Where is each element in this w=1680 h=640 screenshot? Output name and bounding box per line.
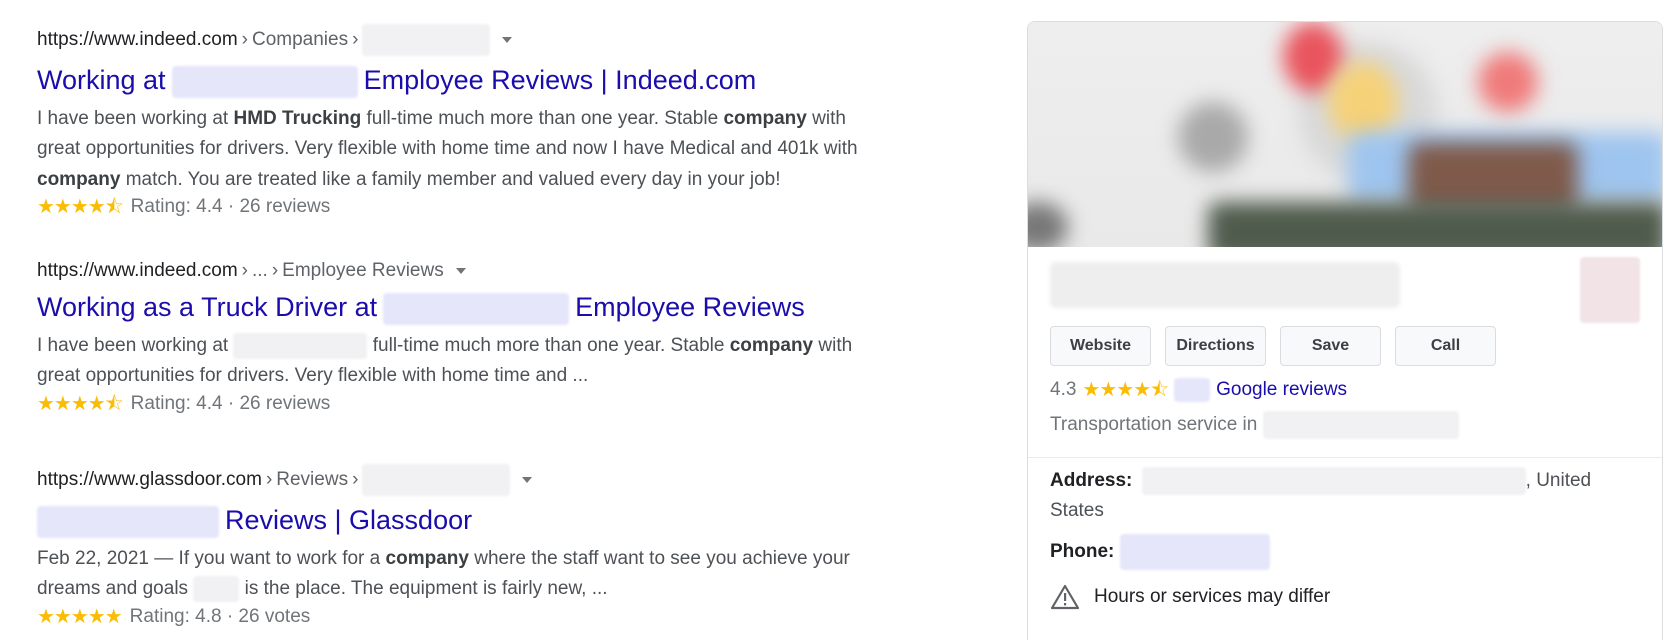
- panel-rating: 4.3 ★★★★⯪ Google reviews: [1028, 366, 1662, 404]
- phone-label: Phone:: [1050, 541, 1115, 562]
- result-title-link[interactable]: Working as a Truck Driver at Employee Rev…: [37, 290, 917, 325]
- result-url-host: https://www.indeed.com: [37, 260, 238, 281]
- result-rating: ★★★★⯪ Rating: 4.4 · 26 reviews: [37, 195, 917, 219]
- business-photo[interactable]: [1028, 22, 1662, 247]
- result-breadcrumb[interactable]: https://www.indeed.com › Companies ›: [37, 24, 917, 56]
- redacted-business-name: [1050, 262, 1400, 308]
- hours-notice: Hours or services may differ: [1028, 570, 1662, 610]
- rating-text: Rating: 4.4 · 26 reviews: [130, 392, 331, 414]
- result-snippet: Feb 22, 2021 — If you want to work for a…: [37, 544, 877, 605]
- result-title-link[interactable]: Working at Employee Reviews | Indeed.com: [37, 63, 917, 98]
- star-rating-icon: ★★★★⯪: [37, 196, 124, 219]
- rating-score: 4.3: [1050, 379, 1077, 400]
- redacted-company-name: [37, 505, 219, 538]
- knowledge-panel: Website Directions Save Call 4.3 ★★★★⯪ G…: [1027, 21, 1663, 640]
- search-result: https://www.indeed.com › ... › Employee …: [37, 259, 917, 416]
- breadcrumb-item: Employee Reviews: [282, 260, 444, 281]
- star-rating-icon: ★★★★⯪: [37, 392, 124, 415]
- website-button[interactable]: Website: [1050, 326, 1151, 366]
- redacted-phone[interactable]: [1120, 534, 1271, 570]
- phone-row: Phone:: [1028, 526, 1662, 570]
- breadcrumb-item: Companies: [251, 29, 349, 50]
- chevron-down-icon[interactable]: [455, 268, 466, 274]
- redacted-company-name: [193, 576, 240, 603]
- redacted-address[interactable]: [1141, 466, 1526, 495]
- result-url-host: https://www.indeed.com: [37, 29, 238, 50]
- rating-text: Rating: 4.8 · 26 votes: [129, 605, 311, 627]
- result-breadcrumb[interactable]: https://www.indeed.com › ... › Employee …: [37, 259, 917, 283]
- redacted-company-name: [383, 292, 570, 325]
- search-result: https://www.glassdoor.com › Reviews › Re…: [37, 464, 917, 629]
- chevron-down-icon[interactable]: [522, 477, 533, 483]
- business-category: Transportation service in: [1028, 404, 1662, 442]
- star-rating-icon: ★★★★★: [37, 605, 123, 628]
- star-rating-icon: ★★★★⯪: [1082, 379, 1169, 401]
- rating-text: Rating: 4.4 · 26 reviews: [130, 196, 331, 218]
- redacted-review-count: [1174, 378, 1211, 402]
- result-rating: ★★★★★ Rating: 4.8 · 26 votes: [37, 605, 917, 629]
- result-snippet: I have been working at HMD Trucking full…: [37, 107, 858, 190]
- search-results-page: https://www.indeed.com › Companies › Wor…: [0, 0, 1680, 640]
- address-label: Address:: [1050, 470, 1133, 491]
- warning-icon: [1050, 584, 1080, 610]
- redacted-company-name: [233, 332, 368, 359]
- search-result: https://www.indeed.com › Companies › Wor…: [37, 24, 917, 219]
- redacted-company-name: [171, 65, 358, 98]
- result-snippet: I have been working at full-time much mo…: [37, 331, 877, 392]
- action-buttons: Website Directions Save Call: [1028, 314, 1662, 366]
- directions-button[interactable]: Directions: [1165, 326, 1266, 366]
- business-logo[interactable]: [1580, 257, 1640, 323]
- redacted-location: [1263, 411, 1460, 439]
- result-rating: ★★★★⯪ Rating: 4.4 · 26 reviews: [37, 392, 917, 416]
- google-reviews-link[interactable]: Google reviews: [1216, 376, 1347, 404]
- chevron-down-icon[interactable]: [502, 37, 513, 43]
- redacted-breadcrumb: [362, 464, 511, 496]
- result-url-host: https://www.glassdoor.com: [37, 469, 262, 490]
- redacted-breadcrumb: [362, 24, 491, 56]
- breadcrumb-item: ...: [251, 260, 268, 281]
- result-breadcrumb[interactable]: https://www.glassdoor.com › Reviews ›: [37, 464, 917, 496]
- save-button[interactable]: Save: [1280, 326, 1381, 366]
- breadcrumb-item: Reviews: [276, 469, 349, 490]
- panel-header: [1028, 247, 1662, 323]
- result-title-link[interactable]: Reviews | Glassdoor: [37, 503, 917, 538]
- address-row: Address: , United States: [1028, 458, 1662, 526]
- call-button[interactable]: Call: [1395, 326, 1496, 366]
